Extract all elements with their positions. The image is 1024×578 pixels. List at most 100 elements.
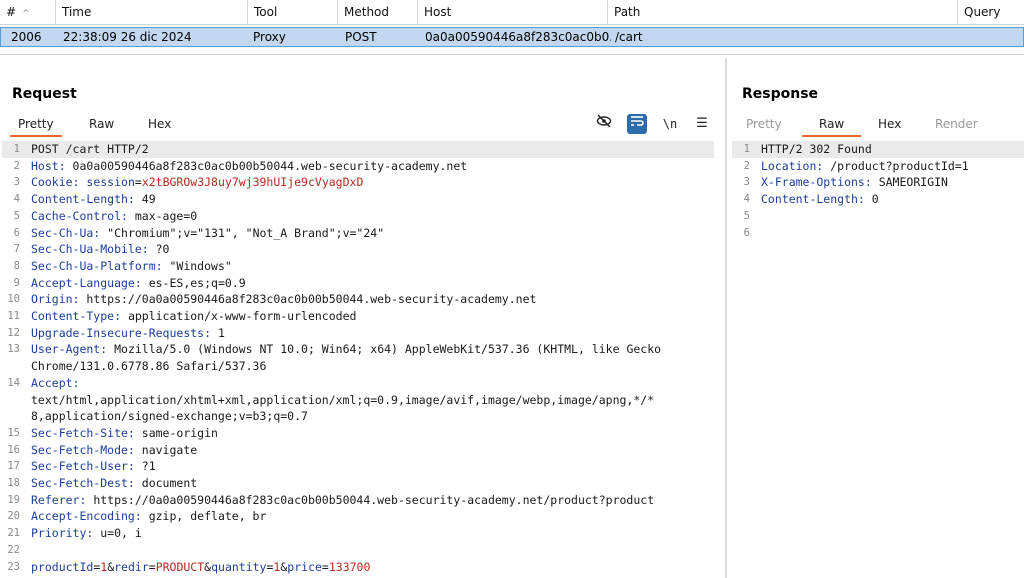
header-name: Sec-Ch-Ua-Platform: [31, 258, 163, 273]
header-value: navigate [134, 442, 198, 457]
param-key: quantity [211, 559, 267, 574]
cookie-equals: = [134, 175, 142, 190]
code-line: 17 Sec-Fetch-User: ?1 [2, 458, 714, 475]
code-line: 6 Sec-Ch-Ua: "Chromium";v="131", "Not_A B… [2, 225, 714, 242]
param-value: PRODUCT [155, 559, 205, 574]
code-text: Location: /product?productId=1 [761, 158, 969, 175]
row-method: POST [345, 30, 377, 44]
param-key: redir [114, 559, 149, 574]
code-text: Origin: https://0a0a00590446a8f283c0ac0b… [31, 291, 536, 308]
header-name: Origin: [31, 292, 80, 307]
line-number: 4 [13, 193, 20, 206]
header-value: /product?productId=1 [823, 158, 969, 173]
request-title: Request [12, 86, 77, 102]
line-number: 14 [7, 376, 20, 389]
request-tab-raw[interactable]: Raw [89, 113, 114, 135]
code-text: Sec-Fetch-User: ?1 [31, 458, 156, 475]
code-text: Sec-Ch-Ua: "Chromium";v="131", "Not_A Br… [31, 225, 384, 242]
row-number: 2006 [11, 30, 42, 44]
request-editor[interactable]: 1 POST /cart HTTP/2 2 Host: 0a0a00590446a8f… [2, 141, 714, 578]
col-method[interactable]: Method [338, 0, 418, 24]
response-tab-pretty[interactable]: Pretty [746, 113, 782, 135]
header-value: 0a0a00590446a8f283c0ac0b00b50044.web-sec… [65, 158, 468, 173]
header-name: Content-Length: [761, 192, 865, 207]
hide-eye-icon[interactable] [594, 114, 614, 134]
response-tab-render[interactable]: Render [935, 113, 978, 135]
param-value: 133700 [328, 559, 371, 574]
code-text: X-Frame-Options: SAMEORIGIN [761, 174, 948, 191]
line-number: 5 [13, 209, 20, 222]
code-line-wrapped: text/html,application/xhtml+xml,applicat… [2, 392, 714, 409]
header-value: 1 [211, 325, 225, 340]
response-title: Response [742, 86, 819, 102]
code-line: 13 User-Agent: Mozilla/5.0 (Windows NT 10… [2, 341, 714, 358]
code-line: 6 [732, 225, 1024, 242]
header-value: ?1 [134, 459, 156, 474]
code-line: 10 Origin: https://0a0a00590446a8f283c0ac… [2, 291, 714, 308]
header-value: max-age=0 [127, 208, 198, 223]
code-line: 19 Referer: https://0a0a00590446a8f283c0a… [2, 492, 714, 509]
line-number: 17 [7, 460, 20, 473]
word-wrap-icon[interactable] [627, 114, 647, 134]
header-value: gzip, deflate, br [141, 509, 267, 524]
history-table: # ^ Time Tool Method Host Path Query 2006… [0, 0, 1024, 50]
code-text: Cookie: session=x2tBGROw3J8uy7wj39hUIje9… [31, 174, 363, 191]
line-number: 18 [7, 477, 20, 489]
code-text: Content-Type: application/x-www-form-url… [31, 308, 356, 325]
param-key: productId [31, 559, 94, 574]
line-number: 1 [743, 143, 750, 155]
header-value: "Windows" [162, 258, 232, 273]
line-number: 3 [743, 176, 750, 189]
col-number[interactable]: # ^ [0, 0, 56, 24]
row-host: 0a0a00590446a8f283c0ac0b0... [425, 30, 611, 44]
header-value: ?0 [148, 242, 170, 257]
cookie-name: session [86, 175, 135, 190]
header-name: Sec-Ch-Ua-Mobile: [31, 242, 149, 257]
code-text: Host: 0a0a00590446a8f283c0ac0b00b50044.w… [31, 158, 467, 175]
code-line: 1 POST /cart HTTP/2 [2, 141, 714, 158]
line-number: 12 [7, 326, 20, 339]
col-path[interactable]: Path [608, 0, 958, 24]
code-line: 1 HTTP/2 302 Found [732, 141, 1024, 158]
code-text: Accept: [31, 375, 79, 392]
code-line: 21 Priority: u=0, i [2, 525, 714, 542]
line-number: 8 [13, 259, 20, 272]
line-number: 6 [743, 226, 750, 239]
header-name: Sec-Fetch-User: [31, 459, 135, 474]
splitter-vertical[interactable] [725, 58, 727, 578]
request-tab-hex[interactable]: Hex [148, 113, 171, 135]
header-name: Accept-Encoding: [31, 509, 142, 524]
line-number: 9 [13, 276, 20, 289]
code-text: Upgrade-Insecure-Requests: 1 [31, 325, 225, 342]
line-number: 6 [13, 226, 20, 239]
header-name: Referer: [31, 492, 87, 507]
line-number: 20 [7, 510, 20, 523]
header-value: 49 [134, 192, 156, 207]
response-editor[interactable]: 1 HTTP/2 302 Found 2 Location: /product?pro… [732, 141, 1024, 578]
header-value: u=0, i [93, 526, 142, 541]
code-line: 15 Sec-Fetch-Site: same-origin [2, 425, 714, 442]
code-line: 8 Sec-Ch-Ua-Platform: "Windows" [2, 258, 714, 275]
menu-icon[interactable]: ☰ [692, 114, 712, 134]
code-line-wrapped: Chrome/131.0.6778.86 Safari/537.36 [2, 358, 714, 375]
newline-toggle-icon[interactable]: \n [660, 114, 680, 134]
response-tab-raw[interactable]: Raw [802, 113, 862, 137]
header-name: Sec-Fetch-Site: [31, 425, 135, 440]
header-value: https://0a0a00590446a8f283c0ac0b00b50044… [79, 292, 537, 307]
col-tool[interactable]: Tool [248, 0, 338, 24]
col-host[interactable]: Host [418, 0, 608, 24]
col-query[interactable]: Query [958, 0, 1024, 24]
code-text: Sec-Fetch-Site: same-origin [31, 425, 218, 442]
code-text: User-Agent: Mozilla/5.0 (Windows NT 10.0… [31, 341, 661, 358]
param-equals: = [148, 559, 156, 574]
response-tab-hex[interactable]: Hex [878, 113, 901, 135]
header-value: SAMEORIGIN [871, 175, 948, 190]
row-time: 22:38:09 26 dic 2024 [63, 30, 192, 44]
col-time[interactable]: Time [56, 0, 248, 24]
line-number: 15 [7, 426, 20, 439]
request-tab-pretty[interactable]: Pretty [10, 113, 62, 137]
history-row-selected[interactable]: 2006 22:38:09 26 dic 2024 Proxy POST 0a0… [0, 27, 1024, 47]
header-value: same-origin [134, 425, 218, 440]
splitter-horizontal[interactable] [0, 54, 1024, 55]
line-number: 5 [743, 209, 750, 222]
